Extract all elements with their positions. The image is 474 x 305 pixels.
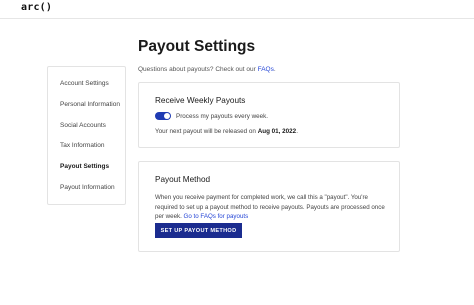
toggle-label: Process my payouts every week.: [176, 113, 269, 120]
next-payout-prefix: Your next payout will be released on: [155, 128, 258, 135]
weekly-payouts-title: Receive Weekly Payouts: [155, 96, 246, 105]
sidebar-item-tax-information[interactable]: Tax Information: [60, 142, 104, 149]
faq-line: Questions about payouts? Check out our F…: [138, 66, 276, 73]
next-payout-date: Aug 01, 2022: [257, 128, 297, 135]
toggle-knob: [164, 113, 170, 119]
logo-suffix: (): [39, 2, 53, 13]
payout-method-title: Payout Method: [155, 175, 211, 184]
top-bar: arc(): [0, 0, 474, 19]
sidebar-item-account-settings[interactable]: Account Settings: [60, 80, 109, 87]
sidebar-item-payout-information[interactable]: Payout Information: [60, 184, 115, 191]
page-title: Payout Settings: [138, 38, 256, 55]
next-payout-suffix: .: [296, 128, 298, 135]
weekly-payout-toggle[interactable]: [155, 112, 171, 120]
faqs-payouts-link[interactable]: Go to FAQs for payouts: [184, 213, 249, 220]
payout-method-description: When you receive payment for completed w…: [155, 193, 389, 222]
settings-sidebar: Account Settings Personal Information So…: [47, 66, 126, 205]
payout-method-card: Payout Method When you receive payment f…: [138, 161, 400, 252]
next-payout-text: Your next payout will be released on Aug…: [155, 128, 298, 135]
sidebar-item-personal-information[interactable]: Personal Information: [60, 101, 120, 108]
sidebar-item-payout-settings[interactable]: Payout Settings: [60, 163, 109, 170]
sidebar-item-social-accounts[interactable]: Social Accounts: [60, 122, 106, 129]
faq-suffix: .: [273, 66, 276, 73]
logo-text: arc: [21, 2, 40, 13]
faq-link[interactable]: FAQs: [258, 66, 274, 73]
weekly-payouts-card: Receive Weekly Payouts Process my payout…: [138, 82, 400, 148]
faq-prefix: Questions about payouts? Check out our: [138, 66, 258, 73]
arc-logo[interactable]: arc(): [21, 2, 52, 13]
setup-payout-method-button[interactable]: SET UP PAYOUT METHOD: [155, 223, 242, 238]
